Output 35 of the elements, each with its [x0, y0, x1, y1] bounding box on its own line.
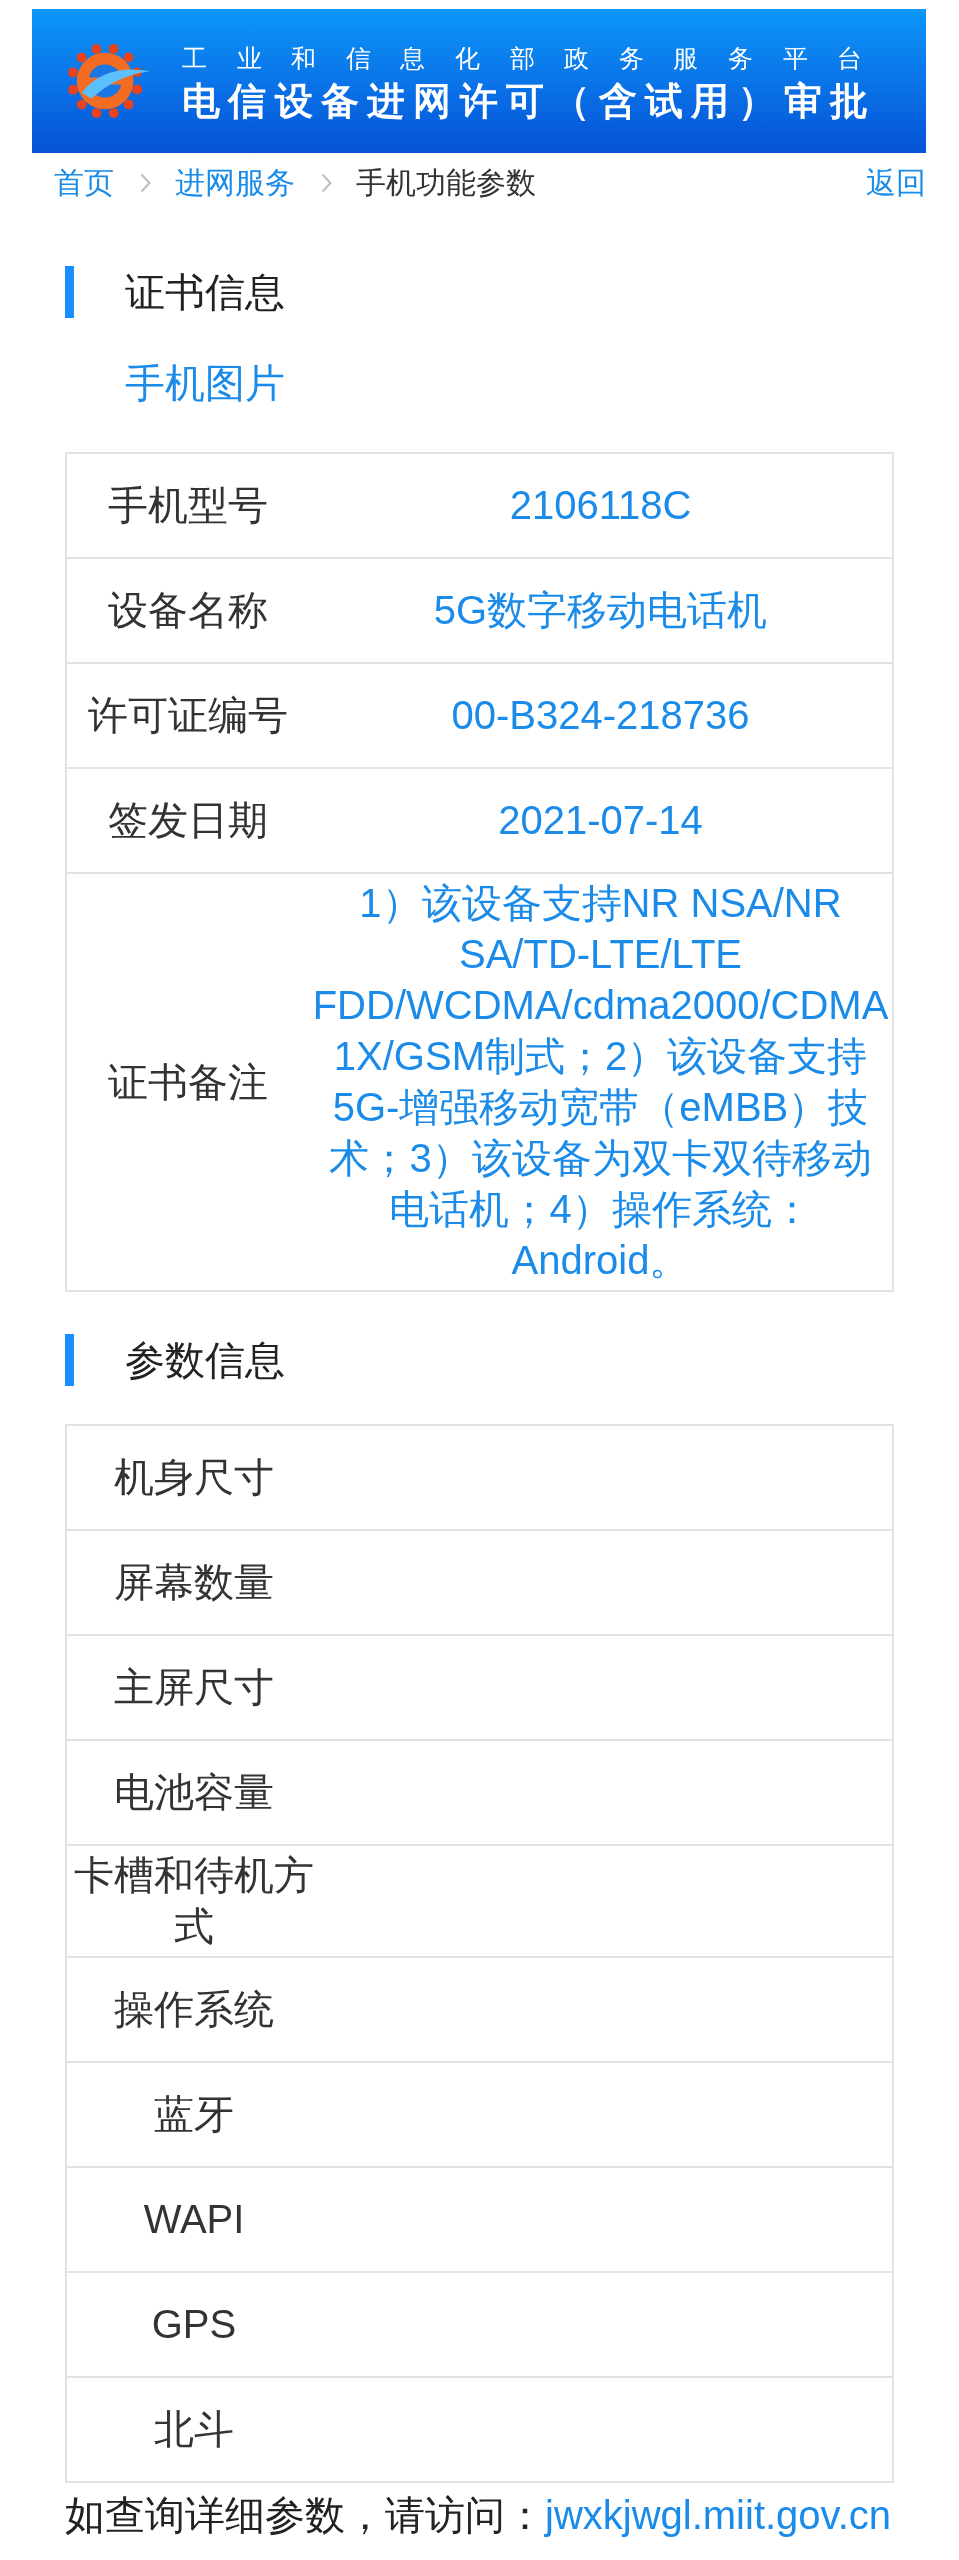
field-label: 证书备注	[108, 1058, 268, 1106]
parameter-label: 主屏尺寸	[114, 1664, 274, 1711]
parameter-label: 操作系统	[114, 1986, 274, 2033]
section-title: 证书信息	[125, 269, 285, 316]
parameter-label: 蓝牙	[154, 2091, 234, 2138]
field-label: 签发日期	[108, 797, 268, 844]
parameter-label: 电池容量	[114, 1769, 274, 1816]
chevron-right-icon	[140, 173, 151, 193]
field-value: 1）该设备支持NR NSA/NR SA/TD-LTE/LTE FDD/WCDMA/cdma2000/CDMA 1X/GSM制式；2）该设备支持5G-增强移动宽带（eMBB）技术；3）该设备为双卡双待移动电话机；4）操作系统：Android。	[312, 880, 889, 1284]
field-value: 2106118C	[509, 482, 692, 529]
section-title: 参数信息	[125, 1337, 285, 1384]
field-label: 许可证编号	[88, 692, 288, 739]
parameter-label: 卡槽和待机方式	[73, 1852, 315, 1950]
field-value: 5G数字移动电话机	[433, 587, 768, 634]
website-link[interactable]: jwxkjwgl.miit.gov.cn	[545, 2493, 891, 2537]
back-link[interactable]: 返回	[866, 165, 926, 201]
parameter-label: 机身尺寸	[114, 1454, 274, 1501]
accent-bar-icon	[65, 1334, 74, 1386]
breadcrumb-link[interactable]: 进网服务	[175, 165, 295, 201]
field-value: 2021-07-14	[498, 797, 703, 844]
field-label: 设备名称	[108, 587, 268, 634]
breadcrumb-current: 手机功能参数	[356, 165, 536, 201]
accent-bar-icon	[65, 266, 74, 318]
breadcrumb-link[interactable]: 首页	[54, 165, 114, 201]
parameter-label: 屏幕数量	[114, 1559, 274, 1606]
parameter-label: 北斗	[154, 2406, 234, 2453]
chevron-right-icon	[321, 173, 332, 193]
banner-title: 电信设备进网许可（含试用）审批	[182, 79, 877, 123]
footer-note: 如查询详细参数，请访问：jwxkjwgl.miit.gov.cn	[65, 2492, 891, 2539]
platform-subtitle: 工业和信息化部政务服务平台	[182, 43, 892, 73]
field-label: 手机型号	[108, 482, 268, 529]
parameter-label: GPS	[151, 2301, 237, 2348]
phone-photo-link[interactable]: 手机图片	[125, 363, 285, 403]
field-value: 00-B324-218736	[451, 692, 750, 739]
parameter-label: WAPI	[143, 2196, 245, 2243]
